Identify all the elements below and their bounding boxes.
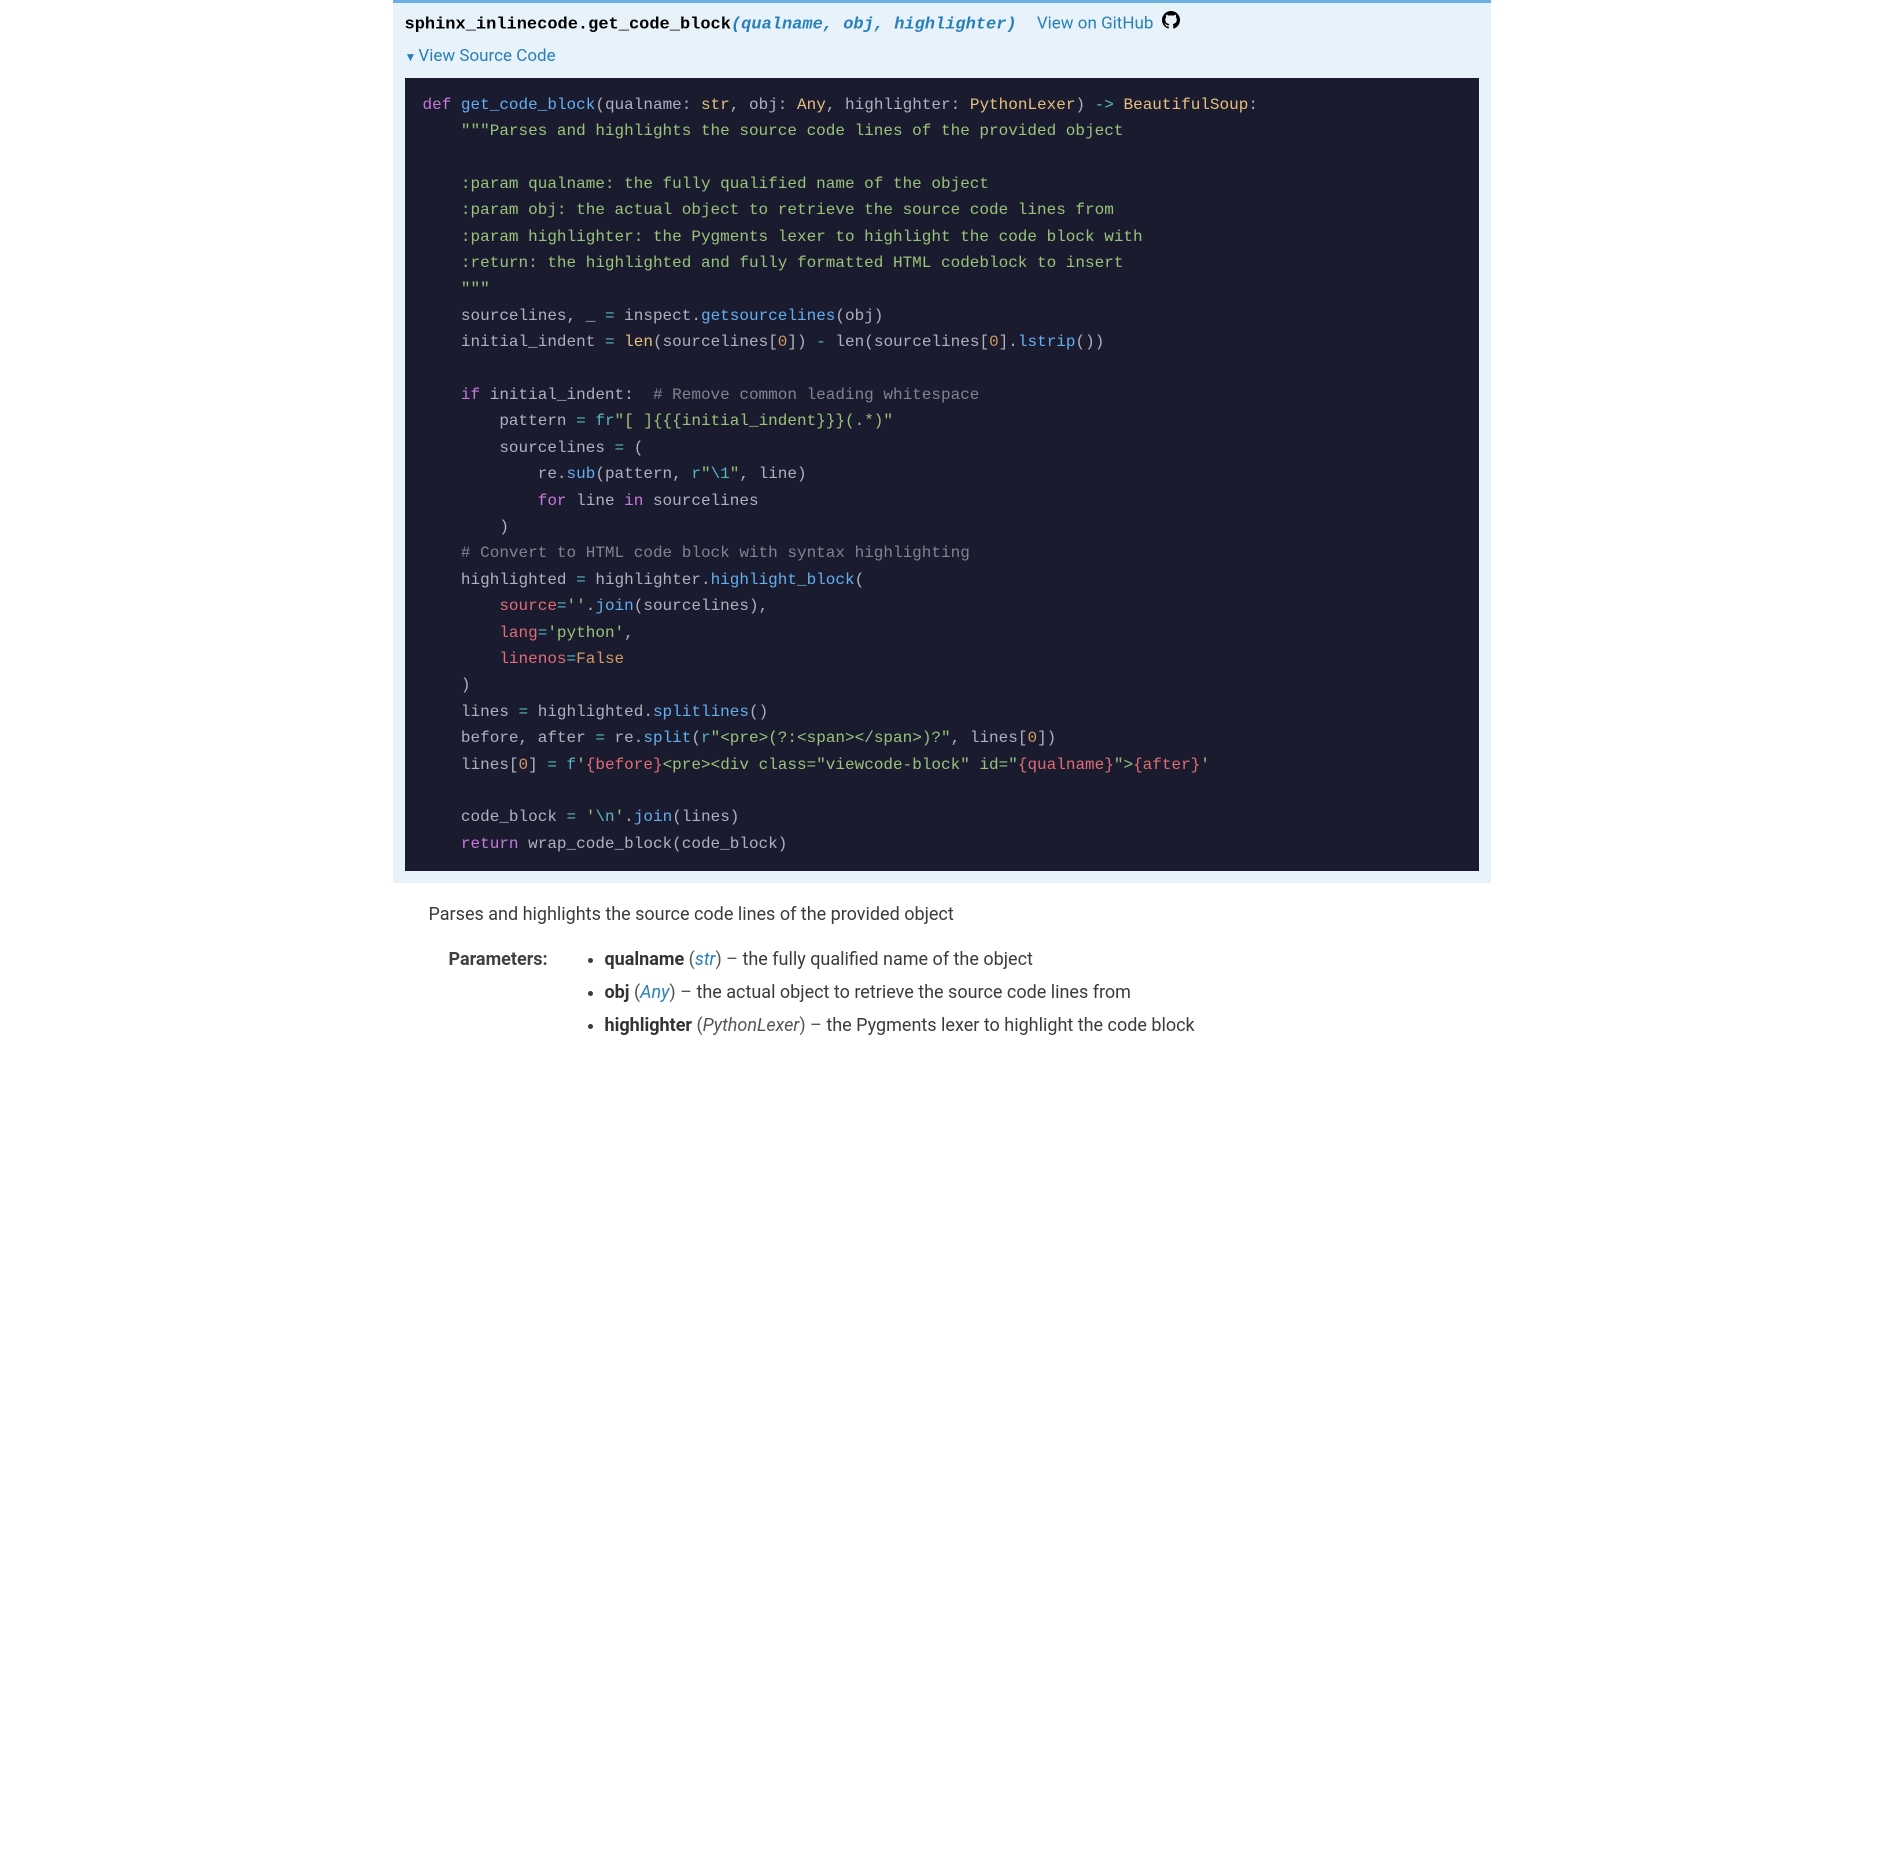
view-source-toggle[interactable]: ▼View Source Code bbox=[405, 46, 556, 66]
open-paren: ( bbox=[731, 16, 741, 35]
disclosure-triangle-icon: ▼ bbox=[405, 50, 417, 64]
param-type-link[interactable]: str bbox=[695, 949, 716, 970]
parameters-list: qualname (str) – the fully qualified nam… bbox=[585, 946, 1491, 1045]
param-name: obj bbox=[605, 982, 630, 1003]
view-source-label: View Source Code bbox=[418, 46, 555, 66]
github-link-label: View on GitHub bbox=[1037, 14, 1154, 34]
parameters-block: Parameters: qualname (str) – the fully q… bbox=[429, 946, 1491, 1045]
param-desc: the fully qualified name of the object bbox=[742, 949, 1032, 970]
param-name: highlighter bbox=[605, 1015, 693, 1036]
signature-params: qualname, obj, highlighter bbox=[741, 16, 1006, 35]
param-item: qualname (str) – the fully qualified nam… bbox=[605, 946, 1491, 973]
view-source-row: ▼View Source Code bbox=[393, 42, 1491, 78]
doc-summary: Parses and highlights the source code li… bbox=[429, 901, 1491, 928]
param-desc: the actual object to retrieve the source… bbox=[696, 982, 1131, 1003]
github-icon bbox=[1162, 11, 1180, 38]
module-prefix: sphinx_inlinecode. bbox=[405, 16, 589, 35]
source-code-block: def get_code_block(qualname: str, obj: A… bbox=[405, 78, 1479, 871]
param-item: highlighter (PythonLexer) – the Pygments… bbox=[605, 1012, 1491, 1039]
source-code-container: def get_code_block(qualname: str, obj: A… bbox=[393, 78, 1491, 883]
parameters-label: Parameters: bbox=[429, 946, 569, 1045]
param-desc: the Pygments lexer to highlight the code… bbox=[826, 1015, 1194, 1036]
doc-body: Parses and highlights the source code li… bbox=[393, 883, 1491, 1045]
param-name: qualname bbox=[605, 949, 685, 970]
function-name: get_code_block bbox=[588, 16, 731, 35]
param-item: obj (Any) – the actual object to retriev… bbox=[605, 979, 1491, 1006]
param-type-link[interactable]: Any bbox=[640, 982, 669, 1003]
function-signature: sphinx_inlinecode.get_code_block(qualnam… bbox=[393, 0, 1491, 42]
view-on-github-link[interactable]: View on GitHub bbox=[1037, 11, 1180, 38]
param-type: PythonLexer bbox=[703, 1015, 800, 1036]
close-paren: ) bbox=[1006, 16, 1016, 35]
